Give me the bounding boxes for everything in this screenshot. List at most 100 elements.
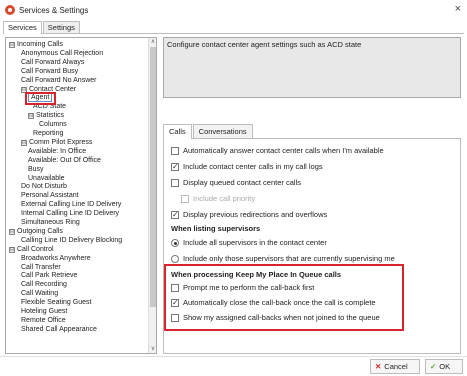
checkbox[interactable]	[171, 313, 179, 322]
option-include-in-logs[interactable]: Include contact center calls in my call …	[171, 162, 323, 171]
tree-item-reporting[interactable]: Reporting	[33, 130, 63, 138]
tree-item-label: Do Not Disturb	[21, 183, 67, 191]
cancel-icon: ✕	[375, 362, 382, 371]
tree-item-do-not-disturb[interactable]: Do Not Disturb	[21, 183, 67, 191]
option-include-priority[interactable]: Include call priority	[181, 194, 255, 203]
tree-item-call-forward-busy[interactable]: Call Forward Busy	[21, 68, 78, 76]
tree-item-call-transfer[interactable]: Call Transfer	[21, 264, 61, 272]
ok-button[interactable]: ✓ OK	[425, 359, 463, 374]
tab-divider	[3, 33, 464, 34]
tree-item-label: Call Forward Always	[21, 58, 85, 66]
tree-item-comm-pilot-express[interactable]: ⊟ Comm Pilot Express	[21, 139, 92, 147]
agent-highlight-box	[25, 92, 56, 106]
checkbox[interactable]	[171, 210, 179, 219]
description-box: Configure contact center agent settings …	[163, 37, 461, 98]
cancel-button[interactable]: ✕ Cancel	[370, 359, 420, 374]
tree-item-simultaneous-ring[interactable]: Simultaneous Ring	[21, 219, 80, 227]
option-label: Show my assigned call-backs when not joi…	[183, 313, 380, 322]
tab-services[interactable]: Services	[3, 21, 42, 34]
tree-item-busy[interactable]: Busy	[28, 166, 44, 174]
tree-item-available-in-office[interactable]: Available: In Office	[28, 148, 86, 156]
option-label: Include all supervisors in the contact c…	[183, 238, 327, 247]
tree-item-call-waiting[interactable]: Call Waiting	[21, 290, 58, 298]
close-icon[interactable]: ×	[455, 3, 461, 15]
checkbox[interactable]	[171, 178, 179, 187]
tree-item-call-recording[interactable]: Call Recording	[21, 281, 67, 289]
tree-item-call-park-retrieve[interactable]: Call Park Retrieve	[21, 272, 77, 280]
scroll-up-icon[interactable]: ∧	[149, 38, 156, 46]
radio-button[interactable]	[171, 238, 179, 247]
option-prompt-callback[interactable]: Prompt me to perform the call-back first	[171, 283, 314, 292]
tree-item-label: Call Forward No Answer	[21, 76, 97, 84]
collapse-icon[interactable]: ⊟	[9, 42, 15, 48]
collapse-icon[interactable]: ⊟	[21, 139, 27, 146]
tree-item-label: Hoteling Guest	[21, 308, 68, 315]
checkbox[interactable]	[171, 162, 179, 171]
tree-item-label: Incoming Calls	[17, 41, 63, 48]
tree-item-label: Call Forward Busy	[21, 67, 79, 75]
tree-scrollbar[interactable]: ∧ ∨	[148, 38, 156, 353]
tree-item-incoming-calls[interactable]: ⊟ Incoming Calls	[9, 41, 63, 49]
option-label: Display queued contact center calls	[183, 178, 301, 187]
tab-settings[interactable]: Settings	[42, 21, 80, 33]
tree-item-label: External Calling Line ID Delivery	[21, 201, 122, 209]
tree-item-calling-line-id-delivery-blocking[interactable]: Calling Line ID Delivery Blocking	[21, 237, 122, 245]
cancel-label: Cancel	[384, 362, 408, 371]
checkbox[interactable]	[171, 146, 179, 155]
option-show-callbacks[interactable]: Show my assigned call-backs when not joi…	[171, 313, 380, 322]
checkbox[interactable]	[171, 298, 179, 307]
services-tree[interactable]: ⊟ Incoming Calls Anonymous Call Rejection C…	[5, 37, 157, 354]
tree-item-remote-office[interactable]: Remote Office	[21, 317, 66, 325]
option-label: Display previous redirections and overfl…	[183, 210, 328, 219]
tree-item-outgoing-calls[interactable]: ⊟ Outgoing Calls	[9, 228, 63, 236]
tree-item-anonymous-call-rejection[interactable]: Anonymous Call Rejection	[21, 50, 103, 58]
radio-all-supervisors[interactable]: Include all supervisors in the contact c…	[171, 238, 327, 247]
checkbox[interactable]	[171, 283, 179, 292]
collapse-icon[interactable]: ⊟	[9, 228, 15, 235]
tree-item-label: Reporting	[33, 130, 64, 137]
tree-item-label: Busy	[28, 165, 44, 173]
radio-button[interactable]	[171, 254, 179, 263]
tree-item-label: Call Recording	[21, 281, 67, 289]
option-label: Prompt me to perform the call-back first	[183, 283, 315, 292]
tree-item-label: Call Transfer	[21, 263, 61, 271]
tree-item-personal-assistant[interactable]: Personal Assistant	[21, 192, 79, 200]
tree-item-label: Available: In Office	[28, 147, 87, 155]
tree-item-label: Unavailable	[28, 174, 65, 182]
tree-item-call-control[interactable]: ⊟ Call Control	[9, 246, 54, 254]
tree-item-shared-call-appearance[interactable]: Shared Call Appearance	[21, 326, 97, 334]
tree-item-label: Available: Out Of Office	[28, 156, 101, 164]
tree-item-hoteling-guest[interactable]: Hoteling Guest	[21, 308, 67, 316]
checkbox[interactable]	[181, 194, 189, 203]
option-auto-close-callback[interactable]: Automatically close the call-back once t…	[171, 298, 376, 307]
tree-item-call-forward-no-answer[interactable]: Call Forward No Answer	[21, 77, 96, 85]
tree-item-label: Statistics	[36, 112, 65, 120]
ok-label: OK	[439, 362, 451, 371]
collapse-icon[interactable]: ⊟	[28, 113, 34, 120]
tree-item-label: Comm Pilot Express	[29, 138, 93, 146]
scroll-down-icon[interactable]: ∨	[149, 345, 156, 353]
tree-item-columns[interactable]: Columns	[39, 121, 67, 129]
tab-calls[interactable]: Calls	[163, 124, 192, 139]
tab-conversations[interactable]: Conversations	[192, 124, 253, 138]
tree-item-label: Internal Calling Line ID Delivery	[21, 210, 120, 218]
option-display-queued[interactable]: Display queued contact center calls	[171, 178, 301, 187]
tree-item-label: Anonymous Call Rejection	[21, 49, 104, 57]
tree-item-external-calling-line-id-delivery[interactable]: External Calling Line ID Delivery	[21, 201, 121, 209]
tree-item-unavailable[interactable]: Unavailable	[28, 175, 65, 183]
tree-item-statistics[interactable]: ⊟ Statistics	[28, 112, 64, 120]
tree-item-internal-calling-line-id-delivery[interactable]: Internal Calling Line ID Delivery	[21, 210, 119, 218]
tree-item-call-forward-always[interactable]: Call Forward Always	[21, 59, 84, 67]
tree-item-label: Outgoing Calls	[17, 227, 63, 235]
scroll-thumb[interactable]	[150, 47, 156, 307]
tree-item-broadworks-anywhere[interactable]: Broadworks Anywhere	[21, 255, 91, 263]
collapse-icon[interactable]: ⊟	[9, 246, 15, 253]
option-display-redirections[interactable]: Display previous redirections and overfl…	[171, 210, 327, 219]
tree-item-label: Columns	[39, 121, 67, 129]
radio-current-supervisors[interactable]: Include only those supervisors that are …	[171, 254, 395, 263]
tree-item-flexible-seating-guest[interactable]: Flexible Seating Guest	[21, 299, 91, 307]
tree-item-label: Call Park Retrieve	[21, 272, 78, 280]
tree-item-label: Call Waiting	[21, 290, 59, 298]
tree-item-available-out-of-office[interactable]: Available: Out Of Office	[28, 157, 101, 165]
option-auto-answer[interactable]: Automatically answer contact center call…	[171, 146, 384, 155]
